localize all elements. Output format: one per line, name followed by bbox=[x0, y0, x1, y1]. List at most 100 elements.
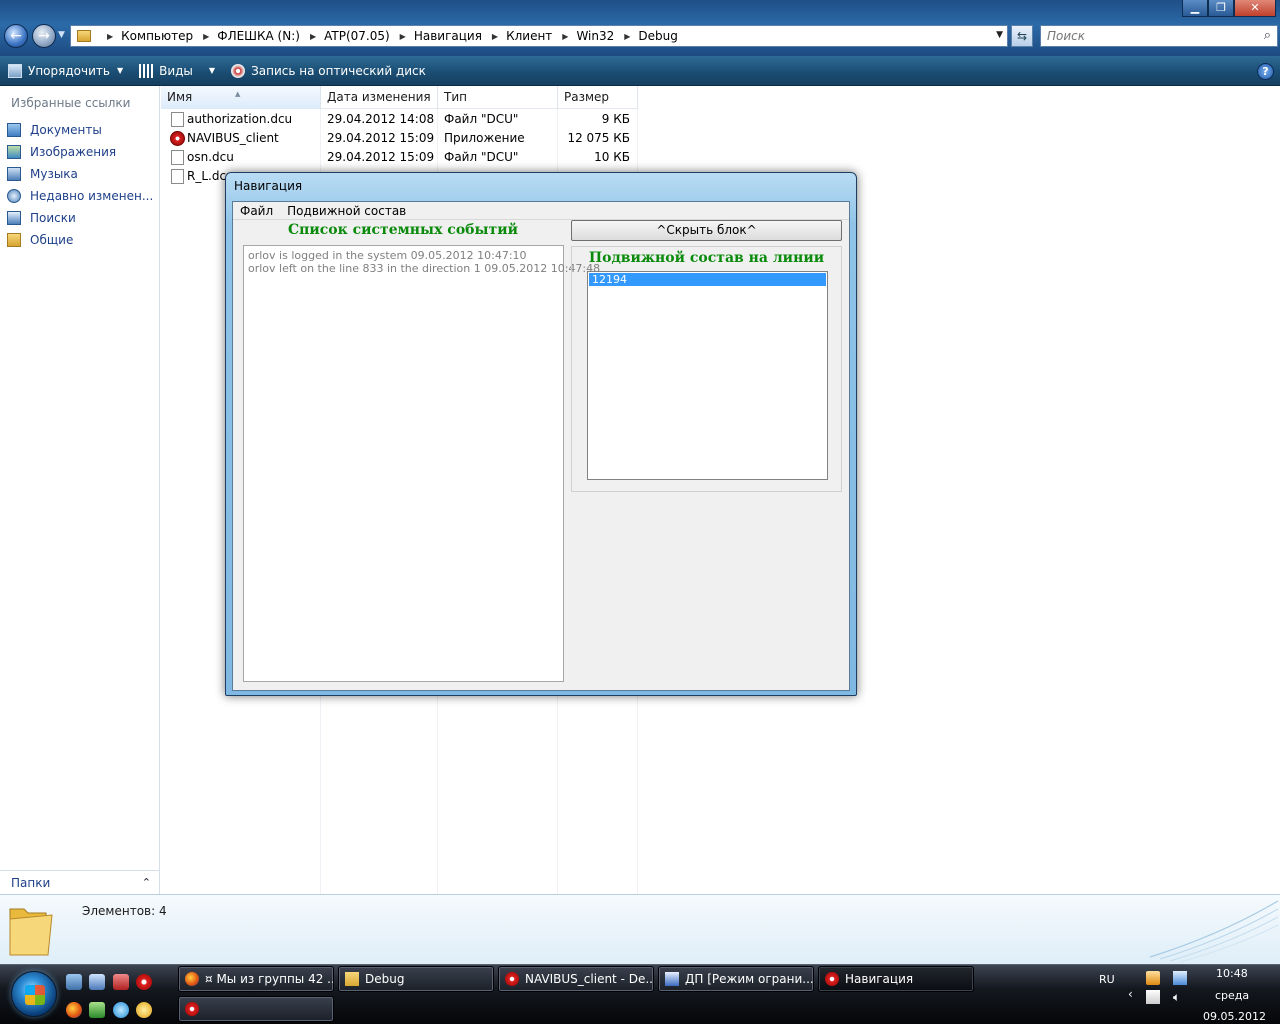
breadcrumb-chevron-icon[interactable]: ▶ bbox=[624, 32, 630, 41]
clock-time[interactable]: 10:48 bbox=[1216, 967, 1248, 980]
dialog-client-area: Файл Подвижной состав Список системных с… bbox=[232, 201, 850, 691]
clock-date[interactable]: 09.05.2012 bbox=[1203, 1010, 1266, 1023]
file-type: Файл "DCU" bbox=[444, 150, 519, 164]
menu-file[interactable]: Файл bbox=[233, 202, 280, 219]
file-row[interactable]: NAVIBUS_client 29.04.2012 15:09 Приложен… bbox=[161, 129, 638, 148]
breadcrumb-item[interactable]: ▶ ФЛЕШКА (N:) bbox=[193, 29, 300, 43]
window-controls: ▁ ❐ ✕ bbox=[1182, 0, 1276, 18]
address-bar[interactable]: ▶ Компьютер ▶ ФЛЕШКА (N:) ▶ ATP(07.05) ▶ Нав… bbox=[70, 25, 1008, 47]
views-icon bbox=[139, 63, 154, 78]
favorite-item-searches[interactable]: Поиски bbox=[0, 207, 158, 229]
show-hidden-icons-chevron-icon[interactable]: ‹ bbox=[1128, 987, 1133, 1001]
breadcrumb-label[interactable]: Навигация bbox=[414, 29, 482, 43]
breadcrumb-item[interactable]: ▶ Компьютер bbox=[97, 29, 193, 43]
language-indicator[interactable]: RU bbox=[1099, 973, 1115, 986]
dialog-title: Навигация bbox=[234, 179, 303, 193]
navibus-quicklaunch-icon[interactable] bbox=[136, 974, 152, 990]
navigation-window: Навигация Файл Подвижной состав Список с… bbox=[225, 172, 857, 696]
list-item[interactable]: 12194 bbox=[589, 273, 826, 286]
breadcrumb-chevron-icon[interactable]: ▶ bbox=[562, 32, 568, 41]
tray-notification-icon[interactable] bbox=[1146, 971, 1160, 985]
list-item[interactable]: orlov left on the line 833 in the direct… bbox=[248, 262, 600, 275]
task-label: Debug bbox=[365, 972, 405, 986]
breadcrumb-item[interactable]: ▶ ATP(07.05) bbox=[300, 29, 390, 43]
address-dropdown-icon[interactable]: ▼ bbox=[996, 30, 1003, 40]
breadcrumb-label[interactable]: Win32 bbox=[576, 29, 614, 43]
app-quicklaunch-icon[interactable] bbox=[113, 974, 129, 990]
volume-icon[interactable]: 🔈︎ bbox=[1173, 990, 1187, 1004]
breadcrumb-label[interactable]: ATP(07.05) bbox=[324, 29, 390, 43]
app-quicklaunch-icon[interactable] bbox=[136, 1002, 152, 1018]
favorite-item-music[interactable]: Музыка bbox=[0, 163, 158, 185]
task-button[interactable]: NAVIBUS_client - De... bbox=[498, 966, 654, 992]
flag-icon[interactable] bbox=[1146, 990, 1160, 1004]
disc-icon bbox=[231, 63, 246, 78]
rolling-stock-list[interactable]: 12194 bbox=[587, 271, 828, 480]
skype-icon[interactable] bbox=[113, 1002, 129, 1018]
file-row[interactable]: osn.dcu 29.04.2012 15:09 Файл "DCU" 10 К… bbox=[161, 148, 638, 167]
clock-day[interactable]: среда bbox=[1215, 989, 1249, 1002]
navibus-icon bbox=[505, 972, 519, 986]
folders-toggle[interactable]: Папки ⌃ bbox=[0, 870, 159, 894]
show-desktop-icon[interactable] bbox=[66, 974, 82, 990]
file-row[interactable]: authorization.dcu 29.04.2012 14:08 Файл … bbox=[161, 110, 638, 129]
breadcrumb-chevron-icon[interactable]: ▶ bbox=[310, 32, 316, 41]
breadcrumb-label[interactable]: Debug bbox=[638, 29, 677, 43]
back-button[interactable]: ← bbox=[4, 24, 28, 48]
task-button[interactable]: ДП [Режим ограни... bbox=[658, 966, 814, 992]
breadcrumb-item[interactable]: ▶ Клиент bbox=[482, 29, 552, 43]
column-header-name[interactable]: ▲ Имя bbox=[161, 86, 321, 109]
column-header-date[interactable]: Дата изменения bbox=[321, 86, 438, 109]
breadcrumb-chevron-icon[interactable]: ▶ bbox=[107, 32, 113, 41]
breadcrumb-item[interactable]: ▶ Навигация bbox=[390, 29, 482, 43]
items-count: Элементов: 4 bbox=[82, 904, 167, 918]
utility-icon[interactable] bbox=[89, 1002, 105, 1018]
column-header-size[interactable]: Размер bbox=[558, 86, 638, 109]
search-input[interactable] bbox=[1041, 26, 1241, 46]
switch-windows-icon[interactable] bbox=[89, 974, 105, 990]
breadcrumb-chevron-icon[interactable]: ▶ bbox=[492, 32, 498, 41]
task-button[interactable] bbox=[178, 996, 334, 1022]
favorite-item-documents[interactable]: Документы bbox=[0, 119, 158, 141]
file-size: 12 075 КБ bbox=[567, 131, 630, 145]
recent-pages-dropdown[interactable]: ▼ bbox=[58, 30, 65, 40]
organize-button[interactable]: Упорядочить ▼ bbox=[8, 63, 123, 78]
views-button[interactable]: Виды ▼ bbox=[139, 63, 215, 78]
events-list[interactable]: orlov is logged in the system 09.05.2012… bbox=[243, 245, 600, 682]
search-box[interactable]: ⌕ bbox=[1040, 25, 1278, 47]
breadcrumb-item[interactable]: ▶ Debug bbox=[614, 29, 678, 43]
burn-disc-button[interactable]: Запись на оптический диск bbox=[231, 63, 426, 78]
column-header-row: ▲ Имя Дата изменения Тип Размер bbox=[161, 86, 638, 109]
hide-block-button[interactable]: ^Скрыть блок^ bbox=[571, 220, 842, 241]
close-button[interactable]: ✕ bbox=[1234, 0, 1276, 17]
breadcrumb-chevron-icon[interactable]: ▶ bbox=[203, 32, 209, 41]
favorite-item-public[interactable]: Общие bbox=[0, 229, 158, 251]
forward-button[interactable]: → bbox=[32, 24, 56, 48]
column-label: Размер bbox=[564, 90, 610, 104]
breadcrumb-label[interactable]: Компьютер bbox=[121, 29, 193, 43]
list-item[interactable]: orlov is logged in the system 09.05.2012… bbox=[248, 249, 559, 262]
rolling-stock-panel: Подвижной состав на линии 12194 bbox=[571, 246, 842, 492]
search-icon[interactable]: ⌕ bbox=[1264, 28, 1271, 43]
breadcrumb-label[interactable]: Клиент bbox=[506, 29, 552, 43]
breadcrumb-item[interactable]: ▶ Win32 bbox=[552, 29, 614, 43]
breadcrumb-label[interactable]: ФЛЕШКА (N:) bbox=[217, 29, 300, 43]
task-button-active[interactable]: Навигация bbox=[818, 966, 974, 992]
favorite-item-recent[interactable]: Недавно изменен... bbox=[0, 185, 158, 207]
start-button[interactable] bbox=[11, 971, 57, 1017]
breadcrumb-chevron-icon[interactable]: ▶ bbox=[400, 32, 406, 41]
refresh-button[interactable]: ⇆ bbox=[1011, 25, 1033, 47]
column-label: Тип bbox=[444, 90, 467, 104]
restore-button[interactable]: ❐ bbox=[1208, 0, 1234, 17]
firefox-icon[interactable] bbox=[66, 1002, 82, 1018]
minimize-button[interactable]: ▁ bbox=[1182, 0, 1208, 17]
task-button[interactable]: ¤ Мы из группы 42 ... bbox=[178, 966, 334, 992]
help-icon[interactable]: ? bbox=[1257, 63, 1274, 80]
network-icon[interactable] bbox=[1173, 971, 1187, 985]
task-button[interactable]: Debug bbox=[338, 966, 494, 992]
documents-icon bbox=[7, 123, 21, 137]
menu-rolling-stock[interactable]: Подвижной состав bbox=[280, 202, 413, 219]
favorite-item-pictures[interactable]: Изображения bbox=[0, 141, 158, 163]
menu-bar: Файл Подвижной состав bbox=[233, 202, 849, 220]
column-header-type[interactable]: Тип bbox=[438, 86, 558, 109]
